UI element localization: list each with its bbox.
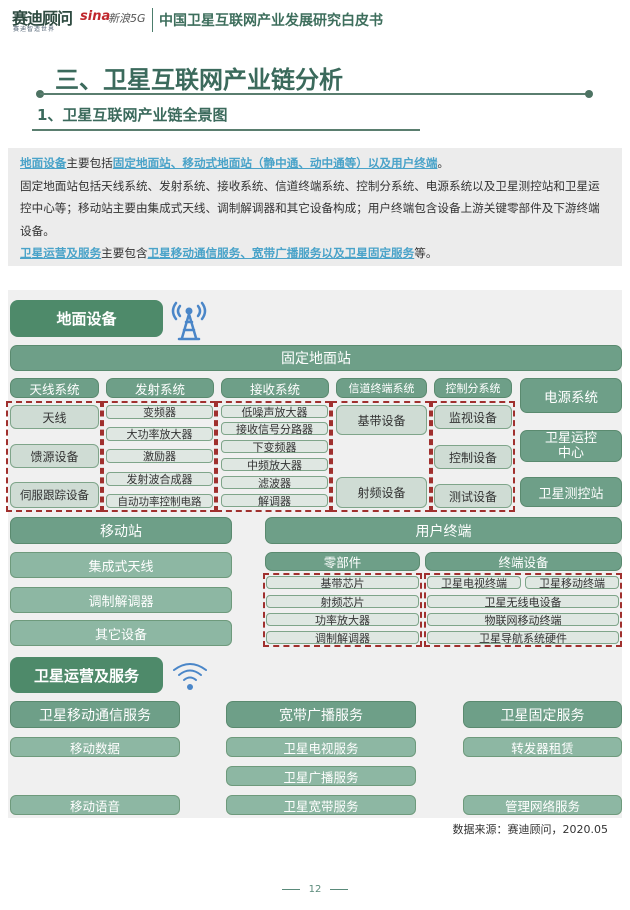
page-number-text: 12 [308, 884, 322, 895]
item-wave-combiner: 发射波合成器 [106, 472, 213, 486]
line-dot-right [585, 90, 593, 98]
devices-header: 终端设备 [425, 552, 622, 571]
intro-paragraph-1: 地面设备主要包括固定地面站、移动式地面站（静中通、动中通等）以及用户终端。 [20, 152, 610, 175]
link-satellite-services[interactable]: 卫星运营及服务 [20, 246, 101, 260]
sina-logo: sina [80, 9, 111, 24]
power-system-box: 电源系统 [520, 378, 622, 413]
item-navigation-hardware: 卫星导航系统硬件 [427, 631, 619, 645]
satellite-ops-center-box: 卫星运控中心 [520, 430, 622, 462]
system-channel-header: 信道终端系统 [336, 378, 427, 398]
mobile-station-header: 移动站 [10, 517, 232, 544]
item-control-equipment: 控制设备 [434, 445, 512, 469]
sina-5g-label: 新浪5G [108, 12, 146, 25]
link-ground-stations[interactable]: 固定地面站、移动式地面站（静中通、动中通等）以及用户终端 [113, 156, 438, 170]
antenna-tower-icon [171, 301, 207, 341]
services-header: 卫星运营及服务 [10, 657, 163, 693]
item-satellite-mobile-terminal: 卫星移动终端 [525, 576, 619, 590]
fixed-service-header: 卫星固定服务 [463, 701, 622, 728]
item-demodulator: 解调器 [221, 494, 328, 508]
item-monitoring-equipment: 监视设备 [434, 405, 512, 429]
item-baseband-equipment: 基带设备 [336, 405, 427, 435]
system-antenna-header: 天线系统 [10, 378, 99, 398]
item-satellite-radio-equipment: 卫星无线电设备 [427, 595, 619, 609]
item-frequency-converter: 变频器 [106, 405, 213, 419]
item-satellite-tv-service: 卫星电视服务 [226, 737, 416, 757]
item-transponder-leasing: 转发器租赁 [463, 737, 622, 757]
satellite-tt-station-box: 卫星测控站 [520, 477, 622, 507]
page-dash-right [329, 888, 348, 890]
item-integrated-antenna: 集成式天线 [10, 552, 232, 578]
intro-textbox: 地面设备主要包括固定地面站、移动式地面站（静中通、动中通等）以及用户终端。 固定… [8, 148, 622, 266]
item-lna: 低噪声放大器 [221, 405, 328, 419]
saidi-logo-tagline: 赛迪智造世界 [13, 26, 56, 33]
system-receive-header: 接收系统 [221, 378, 329, 398]
item-rf-chip: 射频芯片 [266, 595, 419, 609]
section-title: 三、卫星互联网产业链分析 [55, 66, 343, 94]
fixed-ground-station-bar: 固定地面站 [10, 345, 622, 371]
item-satellite-broadcast-service: 卫星广播服务 [226, 766, 416, 786]
parts-header: 零部件 [265, 552, 420, 571]
wifi-icon [173, 663, 207, 690]
link-ground-equipment[interactable]: 地面设备 [20, 156, 66, 170]
system-control-header: 控制分系统 [434, 378, 512, 398]
intro-text: 。 [437, 156, 450, 170]
broadband-service-header: 宽带广播服务 [226, 701, 416, 728]
link-service-types[interactable]: 卫星移动通信服务、宽带广播服务以及卫星固定服务 [148, 246, 415, 260]
page-number: 12 [0, 884, 630, 895]
item-auto-power-control: 自动功率控制电路 [106, 494, 213, 508]
item-baseband-chip: 基带芯片 [266, 576, 419, 590]
item-power-amplifier: 功率放大器 [266, 613, 419, 627]
item-iot-mobile-terminal: 物联网移动终端 [427, 613, 619, 627]
item-servo-tracking: 伺服跟踪设备 [10, 482, 99, 508]
system-transmit-header: 发射系统 [106, 378, 214, 398]
item-high-power-amplifier: 大功率放大器 [106, 427, 213, 441]
item-modem: 调制解调器 [10, 587, 232, 613]
mobile-comm-service-header: 卫星移动通信服务 [10, 701, 180, 728]
intro-paragraph-2: 固定地面站包括天线系统、发射系统、接收系统、信道终端系统、控制分系统、电源系统以… [20, 178, 600, 238]
item-satellite-tv-terminal: 卫星电视终端 [427, 576, 521, 590]
item-network-management: 管理网络服务 [463, 795, 622, 815]
item-mobile-voice: 移动语音 [10, 795, 180, 815]
intro-text: 等。 [414, 246, 438, 260]
item-rf-equipment: 射频设备 [336, 477, 427, 508]
page-dash-left [282, 888, 301, 890]
header-divider [152, 8, 153, 32]
item-if-amplifier: 中频放大器 [221, 458, 328, 472]
data-source: 数据来源：赛迪顾问，2020.05 [452, 823, 609, 836]
item-antenna: 天线 [10, 405, 99, 429]
user-terminal-header: 用户终端 [265, 517, 622, 544]
section-divider [40, 93, 590, 95]
subsection-title: 1、卫星互联网产业链全景图 [37, 106, 228, 124]
document-title: 中国卫星互联网产业发展研究白皮书 [159, 13, 383, 29]
item-feed-equipment: 馈源设备 [10, 444, 99, 468]
item-test-equipment: 测试设备 [434, 484, 512, 508]
item-mobile-data: 移动数据 [10, 737, 180, 757]
item-other-equipment: 其它设备 [10, 620, 232, 646]
intro-text: 主要包含 [101, 246, 148, 260]
item-terminal-modem: 调制解调器 [266, 631, 419, 645]
item-filter: 滤波器 [221, 476, 328, 490]
intro-paragraph-3: 卫星运营及服务主要包含卫星移动通信服务、宽带广播服务以及卫星固定服务等。 [20, 242, 610, 265]
item-satellite-broadband-service: 卫星宽带服务 [226, 795, 416, 815]
item-exciter: 激励器 [106, 449, 213, 463]
item-downconverter: 下变频器 [221, 440, 328, 454]
ground-equipment-header: 地面设备 [10, 300, 163, 337]
item-signal-splitter: 接收信号分路器 [221, 422, 328, 436]
subsection-divider [32, 129, 420, 131]
intro-text: 主要包括 [66, 156, 113, 170]
